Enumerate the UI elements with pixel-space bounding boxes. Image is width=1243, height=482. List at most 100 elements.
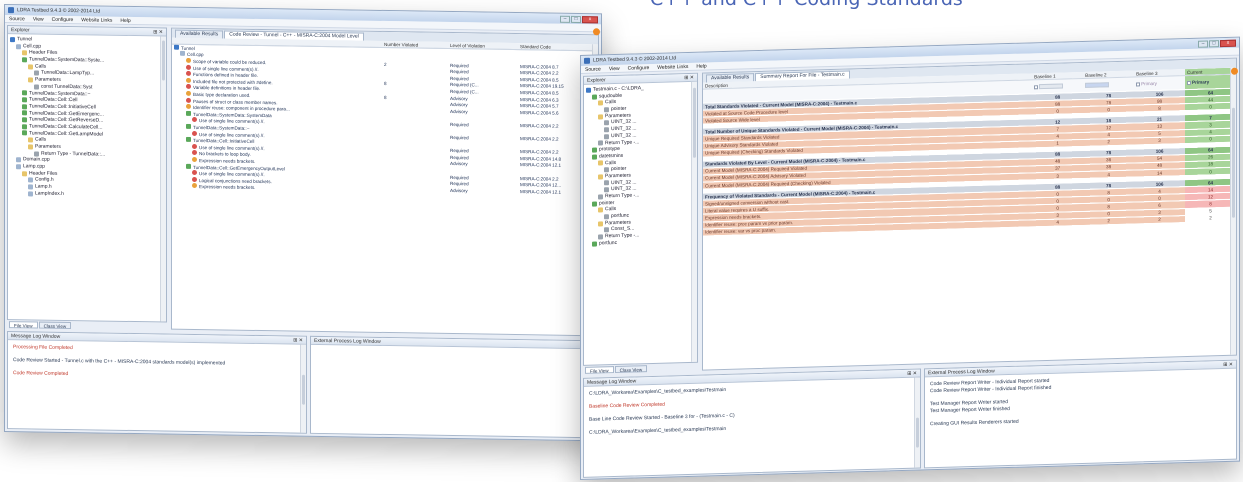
log-line: Creating GUI Results Renderers started (930, 418, 1019, 428)
pin-icon[interactable]: ⊞ ✕ (684, 74, 694, 80)
log-line: Processing File Completed (13, 344, 73, 352)
tree-node-icon (28, 144, 33, 150)
summary-pane: Available Results Summary Report For Fil… (702, 57, 1237, 371)
tree-node-icon (598, 174, 603, 180)
pin-icon[interactable]: ⊞ ✕ (907, 370, 917, 376)
summary-report-table: Description Baseline 1 Baseline 2 Baseli… (703, 67, 1236, 237)
row-icon (192, 117, 197, 123)
row-description: Cell.cpp (187, 52, 204, 58)
tab-class-view[interactable]: Class View (614, 365, 648, 374)
row-icon (192, 176, 197, 182)
tree-node-icon (22, 50, 27, 56)
tab-file-view[interactable]: File View (9, 321, 38, 329)
number-violated-cell (382, 186, 448, 194)
primary-label: Primary (1141, 80, 1157, 87)
row-icon (186, 64, 191, 70)
tab-class-view[interactable]: Class View (38, 321, 72, 330)
row-description: Expression needs brackets. (199, 184, 256, 191)
tree-node-icon (604, 187, 609, 193)
tree-node-icon (592, 94, 597, 100)
message-log-scrollbar[interactable] (300, 344, 306, 433)
primary-checkbox[interactable] (1034, 84, 1039, 90)
tree-node-icon (604, 214, 609, 220)
row-icon (174, 44, 179, 50)
pin-icon[interactable]: ⊞ ✕ (153, 29, 163, 35)
row-icon (186, 97, 191, 103)
tree-node-icon (598, 207, 603, 213)
explorer-pane: Explorer ⊞ ✕ Testmain.c - C:\LDRA_ squdou… (583, 72, 698, 366)
menu-website-links[interactable]: Website Links (81, 17, 112, 23)
close-icon[interactable]: x (1220, 39, 1236, 47)
menu-configure[interactable]: Configure (628, 65, 650, 72)
testbed-window-code-review: LDRA Testbed 9.4.3 © 2002-2014 Ltd – □ x… (4, 4, 602, 442)
explorer-scrollbar[interactable] (691, 81, 697, 362)
tree-node-icon (22, 130, 27, 136)
tab-available-results[interactable]: Available Results (706, 73, 755, 83)
tree-node[interactable]: LampIndex.h (10, 190, 164, 199)
notification-icon[interactable] (593, 28, 600, 36)
tab-file-view[interactable]: File View (585, 366, 614, 374)
tree-node-icon (22, 90, 27, 96)
baseline-2-selector[interactable] (1085, 82, 1110, 89)
tree-node-icon (28, 177, 33, 183)
tree-node-icon (22, 57, 27, 63)
tree-node-icon (28, 63, 33, 70)
primary-checkbox[interactable] (1187, 80, 1192, 85)
testbed-window-summary-report: LDRA Testbed 9.4.3 © 2002-2014 Ltd – □ x… (580, 36, 1240, 481)
explorer-pane: Explorer ⊞ ✕ Tunnel Cell.cpp Header Files T… (7, 25, 167, 323)
tree-node-icon (604, 107, 609, 113)
explorer-tree: Testmain.c - C:\LDRA_ squdouble Calls point… (584, 82, 697, 250)
pin-icon[interactable]: ⊞ ✕ (1223, 361, 1233, 367)
tree-node-icon (34, 70, 39, 76)
row-icon (180, 51, 185, 57)
tree-node-icon (592, 201, 597, 207)
menu-source[interactable]: Source (9, 16, 25, 22)
pin-icon[interactable]: ⊞ ✕ (293, 337, 303, 343)
tree-node-icon (16, 157, 21, 163)
log-line: C:\LDRA_Workarea\Examples\C_testbed_exam… (589, 425, 727, 436)
summary-scrollbar[interactable] (1230, 67, 1236, 355)
menu-source[interactable]: Source (585, 66, 601, 72)
maximize-icon[interactable]: □ (1209, 39, 1219, 47)
message-log-body: Processing File Completed Code Review Sta… (8, 340, 306, 392)
tree-node-icon (598, 160, 603, 166)
code-review-rows: Tunnel Cell.cpp Scope of variable could be… (172, 44, 598, 196)
code-review-table: Number Violated Level of Violation Stand… (172, 37, 598, 196)
message-log-scrollbar[interactable] (914, 377, 920, 468)
primary-checkbox[interactable] (1136, 82, 1141, 87)
row-icon (186, 163, 191, 169)
current-value: 2 (1185, 213, 1236, 223)
row-icon (186, 123, 191, 129)
tree-node-icon (604, 127, 609, 133)
maximize-icon[interactable]: □ (571, 15, 581, 23)
menu-view[interactable]: View (33, 16, 44, 22)
explorer-tree: Tunnel Cell.cpp Header Files TunnelData::Sy… (8, 34, 166, 201)
minimize-icon[interactable]: – (560, 15, 570, 23)
tree-node-icon (598, 140, 603, 146)
tree-node-icon (604, 133, 609, 139)
row-icon (186, 84, 191, 90)
tree-node-icon (22, 117, 27, 123)
message-log-pane: Message Log Window ⊞ ✕ C:\LDRA_Workarea\… (583, 368, 921, 478)
row-icon (186, 90, 191, 96)
close-icon[interactable]: x (582, 15, 598, 23)
log-line: Code Review Started - Tunnel.c with the … (13, 357, 226, 367)
tab-available-results[interactable]: Available Results (175, 29, 224, 39)
baseline-1-selector[interactable] (1039, 83, 1064, 90)
tree-node-icon (592, 241, 597, 247)
menu-configure[interactable]: Configure (52, 16, 74, 22)
minimize-icon[interactable]: – (1198, 39, 1208, 48)
row-icon (186, 137, 191, 143)
tree-node-icon (16, 164, 21, 170)
menu-view[interactable]: View (609, 65, 620, 71)
tree-node-icon (34, 151, 39, 157)
menu-website-links[interactable]: Website Links (657, 63, 688, 70)
primary-label: Primary (1192, 79, 1210, 85)
menu-help[interactable]: Help (120, 17, 130, 23)
tree-node-label: LampIndex.h (35, 190, 64, 197)
row-icon (186, 77, 191, 83)
explorer-scrollbar[interactable] (160, 36, 166, 322)
tree-node-icon (22, 97, 27, 103)
external-log-title: External Process Log Window (314, 337, 381, 345)
menu-help[interactable]: Help (696, 63, 706, 69)
